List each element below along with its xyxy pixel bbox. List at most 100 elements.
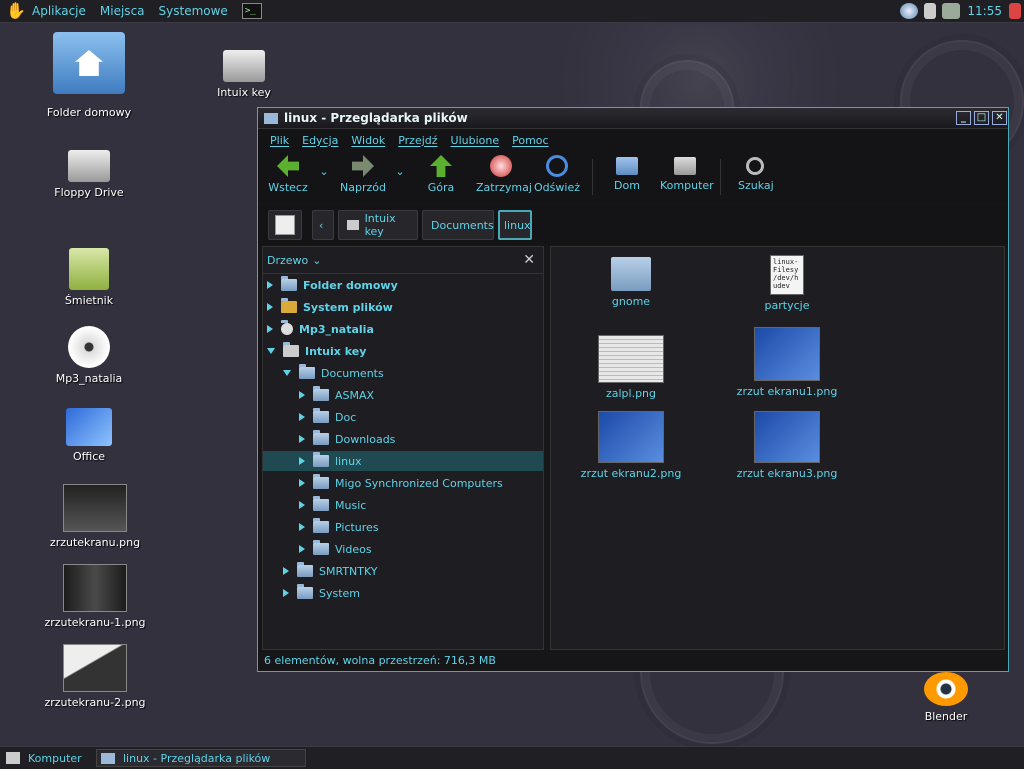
expander-closed-icon[interactable] [299, 501, 305, 509]
expander-closed-icon[interactable] [283, 567, 289, 575]
tree-item-label: Videos [335, 542, 372, 556]
expander-closed-icon[interactable] [299, 479, 305, 487]
window-titlebar[interactable]: linux - Przeglądarka plików _ □ ✕ [258, 108, 1008, 129]
desktop-icon-cd[interactable]: Mp3_natalia [34, 326, 144, 385]
expander-open-icon[interactable] [267, 348, 275, 354]
tree-item-system[interactable]: System [263, 583, 543, 603]
menu-file[interactable]: Plik [270, 134, 289, 147]
breadcrumb-linux[interactable]: linux [498, 210, 532, 240]
expander-closed-icon[interactable] [267, 325, 273, 333]
expander-closed-icon[interactable] [299, 457, 305, 465]
file-item-zalpl[interactable]: zalpl.png [571, 335, 691, 400]
sidebar-mode-select[interactable]: Drzewo [267, 254, 308, 267]
desktop-icon-trash[interactable]: Śmietnik [34, 248, 144, 307]
home-button[interactable]: Dom [612, 155, 642, 192]
tree-item-mp3-natalia[interactable]: Mp3_natalia [263, 319, 543, 339]
close-button[interactable]: ✕ [992, 111, 1007, 125]
expander-closed-icon[interactable] [299, 545, 305, 553]
close-sidebar-icon[interactable]: ✕ [523, 252, 535, 268]
maximize-button[interactable]: □ [974, 111, 989, 125]
file-item-zrzut-ekranu2[interactable]: zrzut ekranu2.png [571, 411, 691, 480]
computer-button[interactable]: Komputer [660, 155, 714, 192]
tree-item-smrtntky[interactable]: SMRTNTKY [263, 561, 543, 581]
desktop-icon-intuix-key[interactable]: Intuix key [189, 50, 299, 99]
expander-closed-icon[interactable] [267, 303, 273, 311]
expander-closed-icon[interactable] [299, 435, 305, 443]
gnome-foot-icon[interactable]: ✋ [6, 2, 26, 20]
desktop-icon-office[interactable]: Office [34, 408, 144, 463]
desktop-icon-screenshot-1[interactable]: zrzutekranu-1.png [40, 564, 150, 629]
desktop-icon-screenshot-2[interactable]: zrzutekranu-2.png [40, 644, 150, 709]
desktop-icon-label: Blender [924, 710, 968, 723]
clock[interactable]: 11:55 [967, 4, 1002, 18]
home-label: Dom [614, 179, 640, 192]
file-label: zalpl.png [605, 387, 657, 400]
file-browser-window: linux - Przeglądarka plików _ □ ✕ Plik E… [257, 107, 1009, 672]
tree-item-intuix-key[interactable]: Intuix key [263, 341, 543, 361]
expander-closed-icon[interactable] [299, 413, 305, 421]
forward-history-dropdown[interactable]: ⌄ [394, 165, 406, 178]
desktop-icon-floppy-drive[interactable]: Floppy Drive [34, 150, 144, 199]
minimize-button[interactable]: _ [956, 111, 971, 125]
menu-applications[interactable]: Aplikacje [32, 4, 86, 18]
menu-go[interactable]: Przejdź [398, 134, 437, 147]
globe-icon[interactable] [900, 3, 919, 19]
tree-item-folder-domowy[interactable]: Folder domowy [263, 275, 543, 295]
expander-open-icon[interactable] [283, 370, 291, 376]
taskbar-item-file-browser[interactable]: linux - Przeglądarka plików [96, 749, 306, 767]
tree-item-system-plików[interactable]: System plików [263, 297, 543, 317]
tree-item-pictures[interactable]: Pictures [263, 517, 543, 537]
logout-icon[interactable] [1009, 3, 1021, 19]
desktop-icon-screenshot[interactable]: zrzutekranu.png [40, 484, 150, 549]
desktop-icon-blender[interactable]: Blender [891, 672, 1001, 723]
taskbar-item-computer[interactable]: Komputer [2, 749, 92, 767]
expander-closed-icon[interactable] [267, 281, 273, 289]
up-button[interactable]: Góra [426, 155, 456, 194]
menu-help[interactable]: Pomoc [512, 134, 548, 147]
menu-places[interactable]: Miejsca [100, 4, 145, 18]
computer-icon [6, 752, 20, 764]
tree-item-asmax[interactable]: ASMAX [263, 385, 543, 405]
file-item-gnome[interactable]: gnome [571, 257, 691, 308]
menu-bookmarks[interactable]: Ulubione [451, 134, 500, 147]
menu-edit[interactable]: Edycja [302, 134, 338, 147]
desktop-icon-home-folder[interactable]: Folder domowy [34, 32, 144, 119]
tree-item-documents[interactable]: Documents [263, 363, 543, 383]
search-button[interactable]: Szukaj [738, 155, 774, 192]
breadcrumb-intuix-key[interactable]: Intuix key [338, 210, 418, 240]
breadcrumb-label: Intuix key [364, 212, 396, 238]
tree-item-videos[interactable]: Videos [263, 539, 543, 559]
breadcrumb-scroll-left[interactable]: ‹ [312, 210, 334, 240]
terminal-icon[interactable]: >_ [241, 3, 262, 19]
folder-icon [297, 584, 313, 599]
folder-icon [101, 752, 115, 764]
expander-closed-icon[interactable] [299, 523, 305, 531]
toggle-location-entry-button[interactable] [268, 210, 302, 240]
expander-closed-icon[interactable] [299, 391, 305, 399]
tree-item-linux[interactable]: linux [263, 451, 543, 471]
expander-closed-icon[interactable] [283, 589, 289, 597]
tree-item-downloads[interactable]: Downloads [263, 429, 543, 449]
tree-item-music[interactable]: Music [263, 495, 543, 515]
reload-icon [546, 155, 568, 177]
volume-icon[interactable] [924, 3, 937, 19]
file-item-partycje[interactable]: linux- Filesy /dev/h udev partycje [727, 255, 847, 312]
menu-system[interactable]: Systemowe [159, 4, 228, 18]
tree-item-migo-synchronized-computers[interactable]: Migo Synchronized Computers [263, 473, 543, 493]
file-item-zrzut-ekranu3[interactable]: zrzut ekranu3.png [727, 411, 847, 480]
file-item-zrzut-ekranu1[interactable]: zrzut ekranu1.png [727, 327, 847, 398]
battery-icon[interactable] [942, 3, 961, 19]
stop-button[interactable]: Zatrzymaj [476, 155, 532, 194]
tree-item-label: Documents [321, 366, 384, 380]
desktop-icon-label: Folder domowy [46, 106, 132, 119]
tree-item-doc[interactable]: Doc [263, 407, 543, 427]
folder-icon [313, 474, 329, 489]
back-history-dropdown[interactable]: ⌄ [318, 165, 330, 178]
menu-view[interactable]: Widok [351, 134, 385, 147]
forward-button[interactable]: Naprzód [340, 155, 386, 194]
back-button[interactable]: Wstecz [268, 155, 308, 194]
reload-button[interactable]: Odśwież [534, 155, 580, 194]
drive-icon [347, 220, 359, 230]
breadcrumb-documents[interactable]: Documents [422, 210, 494, 240]
tree-item-label: Doc [335, 410, 357, 424]
